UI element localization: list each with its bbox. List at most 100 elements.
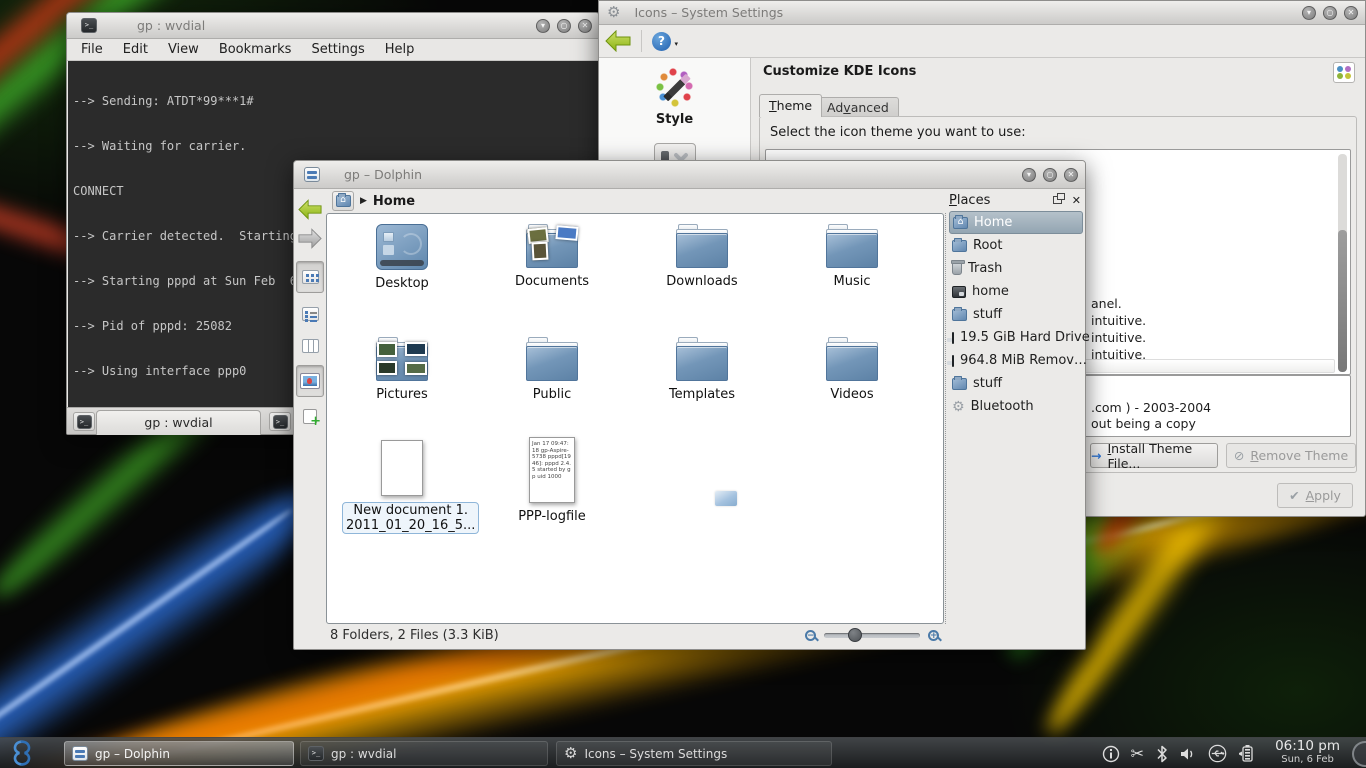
split-view-icon <box>303 409 317 424</box>
application-launcher-button[interactable] <box>8 739 36 767</box>
overview-button[interactable] <box>1333 62 1355 83</box>
folder-item[interactable]: Pictures <box>342 337 462 402</box>
bluetooth-icon[interactable] <box>1155 745 1169 763</box>
konsole-titlebar[interactable]: >_ gp : wvdial ▾ ○ ✕ <box>67 13 599 39</box>
info-icon[interactable] <box>1102 745 1120 763</box>
back-button[interactable] <box>605 30 631 52</box>
places-item-stuff[interactable]: stuff <box>949 303 1083 326</box>
folder-view[interactable]: Desktop Documents Downloads Music <box>326 213 944 624</box>
places-item-stuff2[interactable]: stuff <box>949 372 1083 395</box>
desktop-screen: >_ gp : wvdial ▾ ○ ✕ File Edit View Book… <box>0 0 1366 768</box>
folder-item[interactable]: Videos <box>792 337 912 402</box>
close-button[interactable]: ✕ <box>1064 168 1078 182</box>
zoom-in-icon[interactable]: + <box>928 630 939 641</box>
sidebar-item-style[interactable]: Style <box>599 66 750 127</box>
terminal-line: --> Sending: ATDT*99***1# <box>73 94 593 109</box>
folder-item[interactable]: Documents <box>492 224 612 289</box>
terminal-tab[interactable]: gp : wvdial <box>96 410 261 435</box>
places-panel: Places ✕ Home Root Trash home stuff 19.5… <box>949 189 1083 627</box>
places-item-removable[interactable]: 964.8 MiB Remov… <box>949 349 1083 372</box>
places-item-root[interactable]: Root <box>949 234 1083 257</box>
icons-view-button[interactable] <box>296 261 324 293</box>
maximize-button[interactable]: ○ <box>557 19 571 33</box>
remove-theme-button[interactable]: ⊘ Remove Theme <box>1226 443 1356 468</box>
terminal-icon: >_ <box>77 415 92 429</box>
menu-edit[interactable]: Edit <box>113 40 158 59</box>
back-button[interactable] <box>297 195 323 223</box>
maximize-button[interactable]: ○ <box>1323 6 1337 20</box>
usb-device-icon[interactable] <box>1208 744 1227 763</box>
preview-toggle-button[interactable] <box>296 365 324 397</box>
status-text: 8 Folders, 2 Files (3.3 KiB) <box>330 628 499 643</box>
details-view-button[interactable] <box>297 299 323 329</box>
system-settings-titlebar[interactable]: ⚙ Icons – System Settings ▾ ○ ✕ <box>599 1 1365 25</box>
theme-list-item[interactable]: intuitive. <box>1091 313 1146 328</box>
places-item-trash[interactable]: Trash <box>949 257 1083 280</box>
apply-button[interactable]: ✔ Apply <box>1277 483 1353 508</box>
tab-theme[interactable]: Theme <box>759 94 822 117</box>
gear-icon: ⚙ <box>607 5 620 20</box>
folder-item[interactable]: Desktop <box>342 224 462 291</box>
minimize-button[interactable]: ▾ <box>536 19 550 33</box>
drive-icon <box>952 332 954 344</box>
scrollbar-thumb[interactable] <box>1338 230 1347 372</box>
help-button[interactable]: ?▾ <box>652 32 671 51</box>
konsole-menubar: File Edit View Bookmarks Settings Help <box>67 39 599 61</box>
minimize-button[interactable]: ▾ <box>1302 6 1316 20</box>
close-button[interactable]: ✕ <box>1344 6 1358 20</box>
zoom-control: − + <box>805 630 939 641</box>
split-view-button[interactable] <box>297 403 323 429</box>
breadcrumb-home-button[interactable] <box>332 191 354 211</box>
maximize-button[interactable]: ○ <box>1043 168 1057 182</box>
tab-list-button[interactable]: >_ <box>269 412 291 431</box>
panel-splitter[interactable] <box>945 213 946 624</box>
minimize-button[interactable]: ▾ <box>1022 168 1036 182</box>
taskbar-task-dolphin[interactable]: gp – Dolphin <box>64 741 294 766</box>
panel-cashew-icon[interactable] <box>1352 741 1366 767</box>
float-panel-icon[interactable] <box>1053 196 1062 204</box>
digital-clock[interactable]: 06:10 pm Sun, 6 Feb <box>1275 739 1340 767</box>
new-tab-button[interactable]: >_ <box>73 412 95 431</box>
battery-icon[interactable] <box>1238 744 1254 763</box>
menu-bookmarks[interactable]: Bookmarks <box>209 40 302 59</box>
forward-button[interactable] <box>297 225 323 251</box>
menu-settings[interactable]: Settings <box>301 40 374 59</box>
document-file-icon <box>381 440 423 496</box>
menu-view[interactable]: View <box>158 40 209 59</box>
theme-description-line: out being a copy <box>1091 416 1196 431</box>
folder-item[interactable]: Public <box>492 337 612 402</box>
zoom-slider-handle[interactable] <box>848 628 862 642</box>
theme-list-item[interactable]: intuitive. <box>1091 330 1146 345</box>
breadcrumb-separator-icon: ▶ <box>360 196 367 206</box>
no-entry-icon: ⊘ <box>1234 448 1244 463</box>
file-item[interactable]: Jan 17 09:47:18 gp-Aspire-5738 pppd[1946… <box>492 437 612 524</box>
menu-help[interactable]: Help <box>375 40 425 59</box>
tab-advanced[interactable]: Advanced <box>817 97 899 117</box>
places-item-bluetooth[interactable]: ⚙Bluetooth <box>949 395 1083 418</box>
terminal-line: --> Waiting for carrier. <box>73 139 593 154</box>
breadcrumb-home-label[interactable]: Home <box>373 194 415 209</box>
dolphin-titlebar[interactable]: gp – Dolphin ▾ ○ ✕ <box>294 161 1085 189</box>
file-item-selected[interactable]: New document 1.2011_01_20_16_5... <box>342 440 462 534</box>
folder-item[interactable]: Templates <box>642 337 762 402</box>
folder-item[interactable]: Downloads <box>642 224 762 289</box>
places-item-harddrive[interactable]: 19.5 GiB Hard Drive <box>949 326 1083 349</box>
back-arrow-icon <box>298 199 322 220</box>
taskbar-task-konsole[interactable]: >_ gp : wvdial <box>300 741 548 766</box>
menu-file[interactable]: File <box>71 40 113 59</box>
columns-view-button[interactable] <box>297 331 323 361</box>
close-button[interactable]: ✕ <box>578 19 592 33</box>
theme-list-item[interactable]: anel. <box>1091 296 1122 311</box>
documents-folder-icon <box>526 224 578 268</box>
install-theme-button[interactable]: → Install Theme File... <box>1090 443 1218 468</box>
places-item-home-device[interactable]: home <box>949 280 1083 303</box>
places-item-home[interactable]: Home <box>949 211 1083 234</box>
zoom-out-icon[interactable]: − <box>805 630 816 641</box>
clipboard-scissors-icon[interactable]: ✂ <box>1131 744 1144 763</box>
scrollbar[interactable] <box>1338 154 1347 370</box>
taskbar-task-system-settings[interactable]: ⚙ Icons – System Settings <box>556 741 832 766</box>
close-panel-icon[interactable]: ✕ <box>1072 194 1081 207</box>
volume-icon[interactable] <box>1180 746 1197 762</box>
folder-item[interactable]: Music <box>792 224 912 289</box>
zoom-slider[interactable] <box>824 633 920 638</box>
